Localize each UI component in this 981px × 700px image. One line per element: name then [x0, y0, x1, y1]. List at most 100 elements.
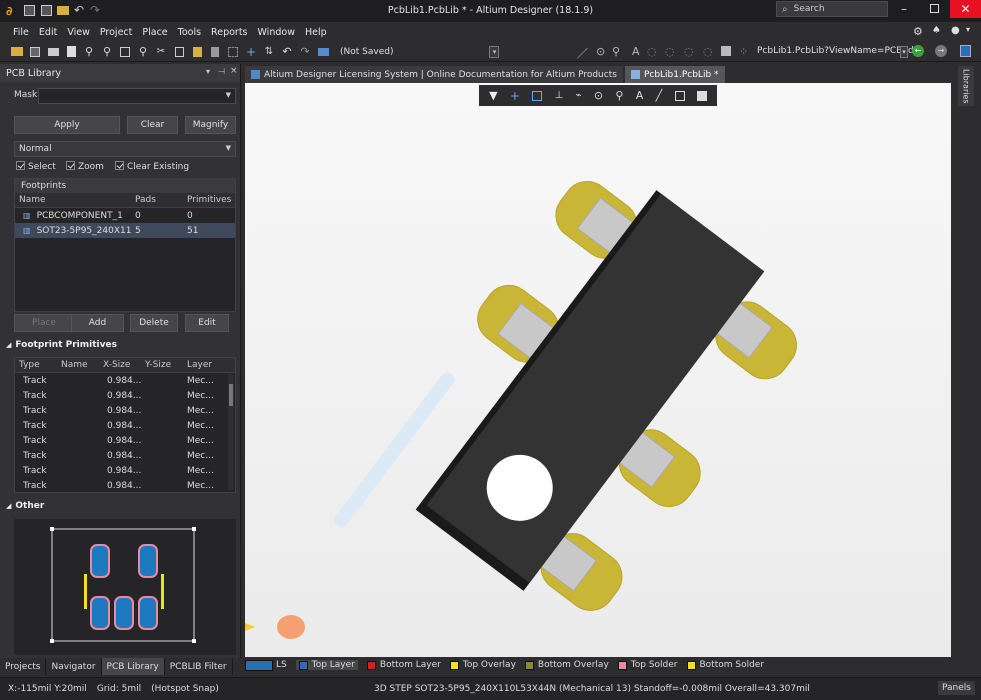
footprint-primitives-section[interactable]: ◢ Footprint Primitives: [0, 337, 241, 353]
panels-button[interactable]: Panels: [938, 681, 975, 695]
zoom-fit-icon[interactable]: [118, 45, 132, 59]
primitive-row[interactable]: Track 0.984... Mec...: [15, 418, 235, 433]
line-tool-icon[interactable]: ／: [577, 45, 588, 61]
col-y-size[interactable]: Y-Size: [141, 360, 183, 370]
pad-place-icon[interactable]: ⊙: [594, 89, 603, 102]
tab-projects[interactable]: Projects: [0, 658, 47, 675]
minimize-button[interactable]: –: [901, 2, 907, 16]
close-button[interactable]: ✕: [950, 0, 981, 18]
menu-file[interactable]: File: [8, 27, 34, 38]
zoom-checkbox[interactable]: Zoom: [66, 161, 104, 172]
text-tool-icon[interactable]: A: [632, 45, 640, 58]
tab-pcb-library[interactable]: PCB Library: [101, 658, 165, 675]
menu-reports[interactable]: Reports: [206, 27, 252, 38]
panel-menu-icon[interactable]: ▾: [206, 67, 210, 76]
footprint-row[interactable]: ▥ PCBCOMPONENT_1 0 0: [15, 208, 235, 223]
col-x-size[interactable]: X-Size: [99, 360, 141, 370]
arc-tool-icon[interactable]: ◌: [647, 45, 657, 58]
menu-tools[interactable]: Tools: [173, 27, 206, 38]
print-preview-icon[interactable]: [64, 45, 78, 59]
col-pads[interactable]: Pads: [131, 195, 183, 205]
other-section[interactable]: ◢ Other: [0, 498, 241, 514]
delete-button[interactable]: Delete: [130, 314, 178, 332]
zoom-out-icon[interactable]: ⚲: [100, 45, 114, 59]
text-place-icon[interactable]: A: [636, 89, 644, 102]
pin-icon[interactable]: ⊣: [218, 67, 225, 76]
layer-top[interactable]: Top Layer: [295, 660, 358, 670]
account-dropdown-icon[interactable]: ▾: [966, 25, 970, 34]
layer-ls[interactable]: LS: [245, 659, 287, 671]
save-icon[interactable]: [28, 45, 42, 59]
grid-icon[interactable]: [316, 45, 330, 59]
place-button[interactable]: Place: [14, 314, 74, 332]
primitive-row[interactable]: Track 0.984... Mec...: [15, 403, 235, 418]
primitive-row[interactable]: Track 0.984... Mec...: [15, 463, 235, 478]
menu-view[interactable]: View: [62, 27, 95, 38]
3d-viewport[interactable]: ▼ + ⊥ ⌁ ⊙ ⚲ A ╱: [245, 83, 951, 658]
address-bar[interactable]: PcbLib1.PcbLib?ViewName=PCBEd: [757, 46, 914, 56]
via-place-icon[interactable]: ⚲: [615, 89, 623, 102]
col-name[interactable]: Name: [57, 360, 99, 370]
line-place-icon[interactable]: ╱: [656, 89, 663, 102]
select-rect-icon[interactable]: [532, 90, 543, 101]
primitive-row[interactable]: Track 0.984... Mec...: [15, 448, 235, 463]
primitives-scrollbar[interactable]: [228, 374, 234, 490]
scrollbar-thumb[interactable]: [229, 384, 233, 406]
tab-navigator[interactable]: Navigator: [46, 658, 102, 675]
clear-existing-checkbox[interactable]: Clear Existing: [115, 161, 189, 172]
fill-place-icon[interactable]: [696, 90, 707, 101]
edit-button[interactable]: Edit: [185, 314, 229, 332]
tab-pcblib[interactable]: PcbLib1.PcbLib *: [624, 66, 725, 83]
layer-bottom-overlay[interactable]: Bottom Overlay: [524, 660, 609, 670]
add-button[interactable]: Add: [71, 314, 124, 332]
magnify-button[interactable]: Magnify: [185, 116, 236, 134]
select-area-icon[interactable]: [226, 45, 240, 59]
address-dropdown-icon[interactable]: ▾: [900, 46, 908, 58]
fill-tool-icon[interactable]: [721, 46, 731, 56]
footprint-row-selected[interactable]: ▥ SOT23-5P95_240X110L5... 5 51: [15, 223, 235, 238]
tab-pcblib-filter[interactable]: PCBLIB Filter: [165, 658, 233, 675]
menu-place[interactable]: Place: [137, 27, 172, 38]
apply-button[interactable]: Apply: [14, 116, 120, 134]
menu-help[interactable]: Help: [300, 27, 332, 38]
arc-center-tool-icon[interactable]: ◌: [665, 45, 675, 58]
back-icon[interactable]: ←: [912, 45, 924, 57]
libraries-side-tab[interactable]: Libraries: [958, 66, 974, 106]
zoom-selected-icon[interactable]: ⚲: [136, 45, 150, 59]
route-icon[interactable]: ⌁: [576, 90, 582, 101]
rubber-stamp-icon[interactable]: [208, 45, 222, 59]
layer-bottom-solder[interactable]: Bottom Solder: [686, 660, 764, 670]
clear-button[interactable]: Clear: [127, 116, 178, 134]
primitive-row[interactable]: Track 0.984... Mec...: [15, 388, 235, 403]
circle-tool-icon[interactable]: ◌: [703, 45, 713, 58]
array-tool-icon[interactable]: ⁘: [739, 45, 748, 58]
search-box[interactable]: ⌕ Search: [776, 1, 888, 17]
layer-top-overlay[interactable]: Top Overlay: [449, 660, 516, 670]
menu-window[interactable]: Window: [253, 27, 300, 38]
col-layer[interactable]: Layer: [183, 360, 223, 370]
arc-edge-tool-icon[interactable]: ◌: [684, 45, 694, 58]
primitive-row[interactable]: Track 0.984... Mec...: [15, 373, 235, 388]
move-icon[interactable]: ⇅: [262, 45, 276, 59]
crosshair-icon[interactable]: +: [244, 45, 258, 59]
menu-project[interactable]: Project: [95, 27, 138, 38]
align-icon[interactable]: ⊥: [555, 90, 564, 101]
print-icon[interactable]: [46, 45, 60, 59]
notifications-bell-icon[interactable]: ♠: [932, 25, 941, 36]
primitive-row[interactable]: Track 0.984... Mec...: [15, 478, 235, 493]
filter-icon[interactable]: ▼: [489, 89, 497, 102]
forward-icon[interactable]: →: [935, 45, 947, 57]
primitive-row[interactable]: Track 0.984... Mec...: [15, 433, 235, 448]
save-icon[interactable]: [24, 5, 35, 16]
filter-mode-select[interactable]: Normal ▼: [14, 141, 236, 157]
open-icon[interactable]: [10, 45, 24, 59]
redo-icon[interactable]: ↷: [90, 3, 100, 17]
tab-documentation[interactable]: Altium Designer Licensing System | Onlin…: [245, 66, 623, 83]
mask-input[interactable]: ▼: [38, 88, 236, 104]
layer-top-solder[interactable]: Top Solder: [617, 660, 678, 670]
pad-tool-icon[interactable]: ⊙: [596, 45, 605, 58]
footprint-preview[interactable]: [14, 519, 236, 655]
undo-toolbar-icon[interactable]: ↶: [280, 45, 294, 59]
copy-icon[interactable]: [172, 45, 186, 59]
open-folder-icon[interactable]: [57, 6, 69, 15]
